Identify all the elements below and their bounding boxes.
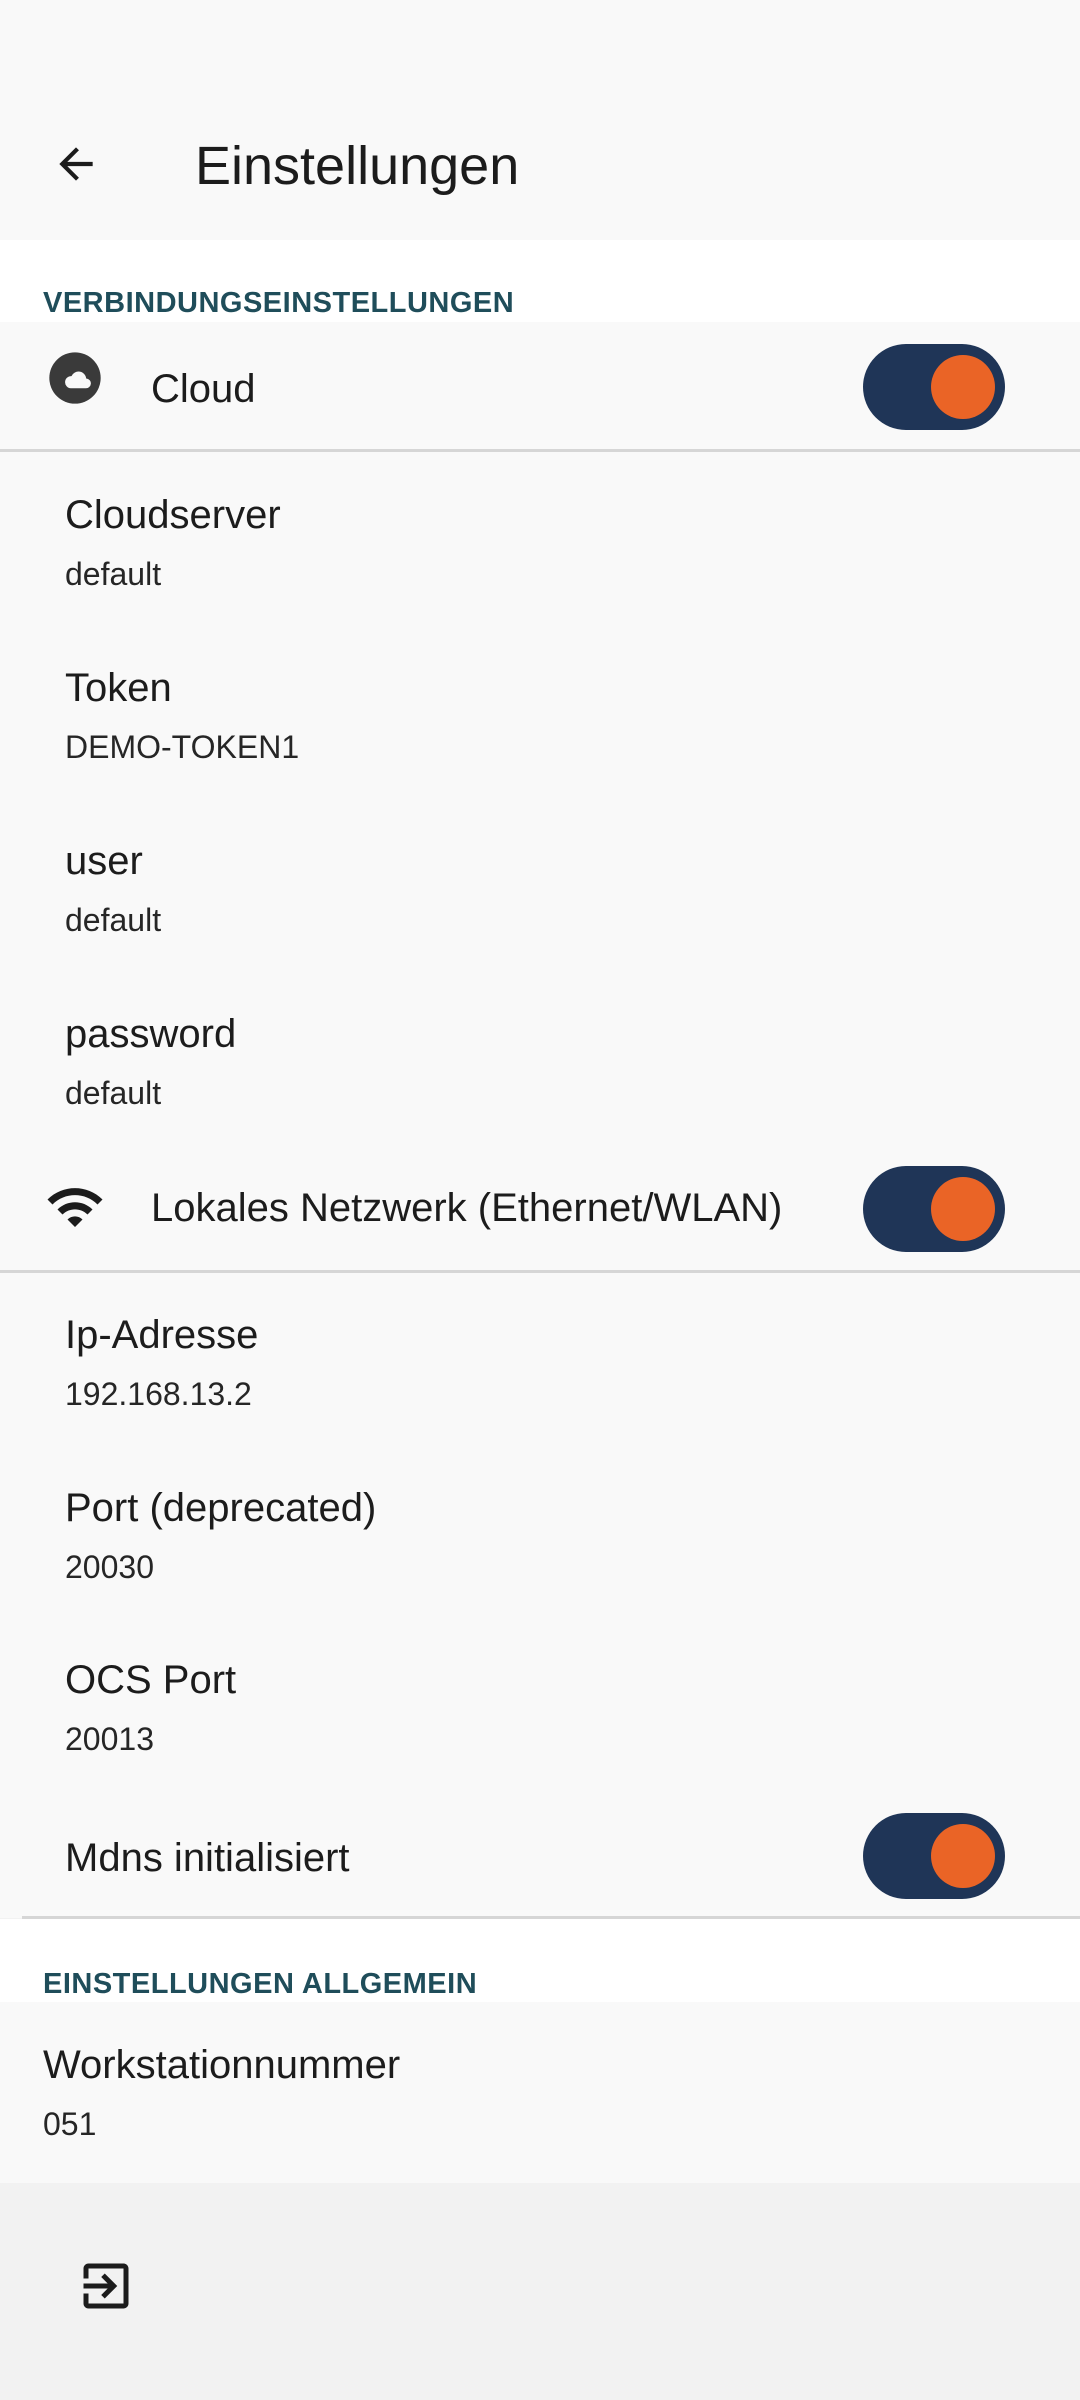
workstation-number-title: Workstationnummer [43, 2043, 401, 2087]
mdns-toggle[interactable] [863, 1813, 1005, 1899]
section-header-connection: VERBINDUNGSEINSTELLUNGEN [43, 287, 515, 319]
mdns-toggle-thumb [931, 1824, 995, 1888]
cloudserver-title: Cloudserver [65, 493, 281, 537]
divider [0, 1270, 1080, 1273]
password-value: default [65, 1075, 162, 1111]
bottom-bar [0, 2183, 1080, 2400]
port-value: 20030 [65, 1549, 154, 1585]
exit-icon [83, 2263, 129, 2309]
cloud-label: Cloud [151, 367, 256, 411]
local-network-toggle-thumb [931, 1177, 995, 1241]
ocs-port-title: OCS Port [65, 1658, 237, 1702]
ip-address-value: 192.168.13.2 [65, 1376, 252, 1412]
token-item[interactable]: Token DEMO-TOKEN1 [65, 663, 299, 767]
workstation-number-value: 051 [43, 2106, 97, 2142]
exit-button[interactable] [70, 2250, 142, 2322]
user-item[interactable]: user default [65, 836, 161, 940]
page-title: Einstellungen [195, 136, 520, 196]
cloud-icon [45, 348, 105, 408]
token-title: Token [65, 666, 172, 710]
user-title: user [65, 839, 143, 883]
wifi-icon [45, 1177, 105, 1237]
ip-address-title: Ip-Adresse [65, 1313, 259, 1357]
user-value: default [65, 902, 162, 938]
ocs-port-value: 20013 [65, 1721, 154, 1757]
divider [0, 449, 1080, 452]
cloudserver-item[interactable]: Cloudserver default [65, 490, 281, 594]
workstation-number-item[interactable]: Workstationnummer 051 [43, 2040, 400, 2144]
mdns-label: Mdns initialisiert [65, 1836, 350, 1880]
password-item[interactable]: password default [65, 1009, 236, 1113]
local-network-toggle[interactable] [863, 1166, 1005, 1252]
ip-address-item[interactable]: Ip-Adresse 192.168.13.2 [65, 1310, 258, 1414]
back-button[interactable] [40, 128, 112, 200]
port-item[interactable]: Port (deprecated) 20030 [65, 1483, 376, 1587]
section-header-general: EINSTELLUNGEN ALLGEMEIN [43, 1968, 478, 2000]
password-title: password [65, 1012, 237, 1056]
cloud-toggle-thumb [931, 355, 995, 419]
app-bar: Einstellungen [0, 0, 1080, 240]
cloud-switch-row[interactable]: Cloud [0, 322, 1080, 450]
cloud-toggle[interactable] [863, 344, 1005, 430]
local-network-label: Lokales Netzwerk (Ethernet/WLAN) [151, 1186, 783, 1230]
port-title: Port (deprecated) [65, 1486, 377, 1530]
arrow-left-icon [59, 147, 93, 181]
cloudserver-value: default [65, 556, 162, 592]
ocs-port-item[interactable]: OCS Port 20013 [65, 1655, 236, 1759]
token-value: DEMO-TOKEN1 [65, 729, 300, 765]
